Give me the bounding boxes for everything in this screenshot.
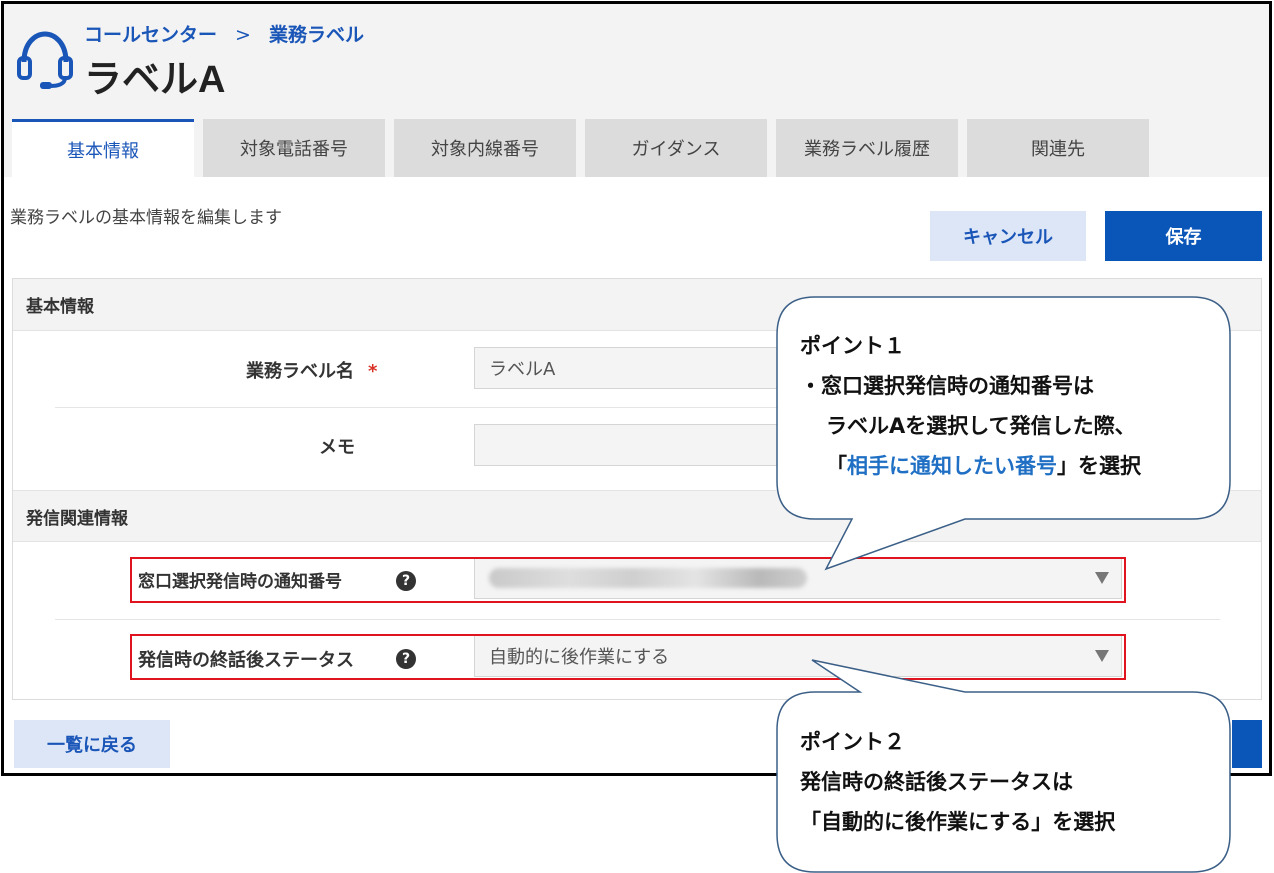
callout-point2-line2: 「自動的に後作業にする」を選択 [800, 810, 1116, 834]
callout-point1-line1: ・窓口選択発信時の通知番号は [800, 374, 1094, 398]
callout-highlight-text: 相手に通知したい番号 [847, 454, 1057, 478]
callout-bracket-open: 「 [826, 454, 847, 478]
callout-point2-title: ポイント２ [800, 730, 905, 754]
callout-bracket-close: 」を選択 [1057, 454, 1141, 478]
callout-point1-line3: 「相手に通知したい番号」を選択 [800, 446, 1141, 486]
callout-point1-title: ポイント１ [800, 334, 905, 358]
callout-point1-line2: ラベルAを選択して発信した際、 [826, 414, 1136, 438]
callout-point1: ポイント１ ・窓口選択発信時の通知番号は ラベルAを選択して発信した際、 「相手… [800, 326, 1141, 486]
callout-point2-line1: 発信時の終話後ステータスは [800, 770, 1073, 794]
callout-point2: ポイント２ 発信時の終話後ステータスは 「自動的に後作業にする」を選択 [800, 722, 1115, 842]
